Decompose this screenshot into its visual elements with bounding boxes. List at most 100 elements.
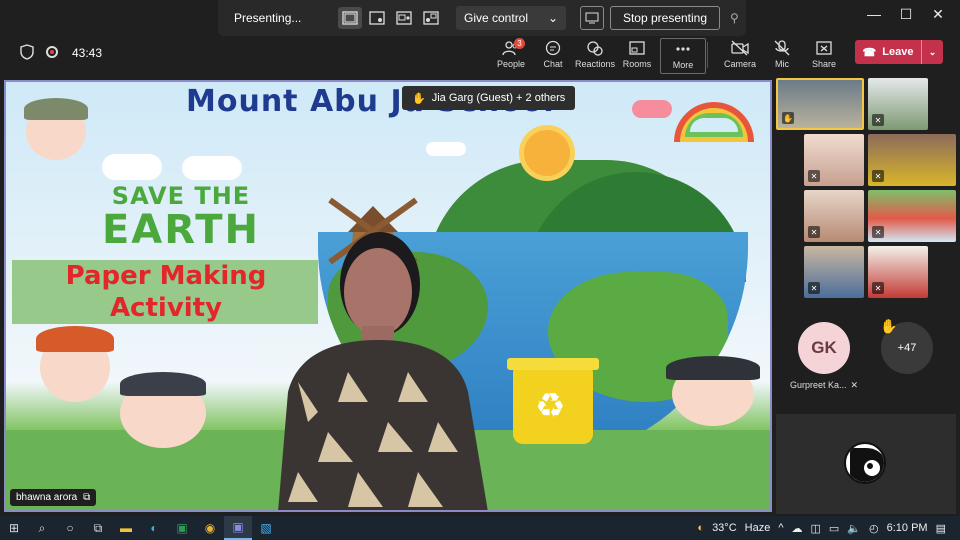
avatar <box>844 442 886 484</box>
slide-cloud <box>632 100 672 118</box>
rooms-label: Rooms <box>622 59 652 69</box>
save-earth-line2: EARTH <box>101 207 261 253</box>
mic-off-icon: ✕ <box>808 170 820 182</box>
slide-cloud <box>426 142 466 156</box>
cartoon-hair <box>24 98 88 120</box>
maximize-button[interactable]: ☐ <box>890 6 922 23</box>
rooms-button[interactable]: Rooms <box>614 38 660 74</box>
camera-label: Camera <box>723 59 756 69</box>
weather-description[interactable]: Haze <box>745 522 771 534</box>
participant-name-text: Gurpreet Ka... <box>790 380 847 390</box>
recycle-bin-illustration: ♻ <box>507 358 599 444</box>
participant-tile[interactable]: ✕ <box>868 246 928 298</box>
save-earth-heading: SAVE THE EARTH <box>76 182 286 250</box>
app-icon[interactable]: ▧ <box>252 516 280 540</box>
mic-button[interactable]: Mic <box>759 38 805 74</box>
reactions-button[interactable]: Reactions <box>572 38 618 74</box>
mic-off-icon: ✕ <box>808 282 820 294</box>
reactions-icon <box>587 41 603 56</box>
rooms-icon <box>629 41 645 55</box>
minimize-button[interactable]: — <box>858 6 890 23</box>
excel-icon[interactable]: ▣ <box>168 516 196 540</box>
share-label: Share <box>811 59 837 69</box>
search-icon[interactable]: ⌕ <box>28 516 56 540</box>
participant-tile[interactable]: ✕ <box>804 190 864 242</box>
leave-button[interactable]: ☎ Leave ⌄ <box>855 40 943 64</box>
battery-icon[interactable]: ▭ <box>829 522 839 535</box>
people-button[interactable]: 3 People <box>488 38 534 74</box>
raised-hand-names: Jia Garg (Guest) + 2 others <box>431 92 566 104</box>
layout-reporter-icon[interactable] <box>419 7 443 29</box>
participant-name: Gurpreet Ka... ✕ <box>790 380 858 391</box>
toolbar-divider <box>707 42 708 68</box>
chevron-up-icon[interactable]: ^ <box>778 522 783 534</box>
avatar[interactable]: GK <box>798 322 850 374</box>
participant-tile[interactable]: ✕ <box>868 134 956 186</box>
leave-label: Leave <box>882 46 914 58</box>
participant-tile[interactable] <box>776 414 956 514</box>
mic-off-icon: ✕ <box>872 170 884 182</box>
presenter-toolbar: Presenting... Give control ⌄ Stop presen… <box>218 0 746 36</box>
more-label: More <box>672 60 694 70</box>
clock[interactable]: 6:10 PM <box>887 522 928 534</box>
meeting-timer: 43:43 <box>72 46 103 60</box>
shared-content-stage: Mount Abu Ju School SAVE THE EARTH Paper… <box>4 80 772 512</box>
teams-icon[interactable]: ▣ <box>224 516 252 540</box>
activity-title: Paper Making Activity <box>36 260 296 324</box>
activity-line1: Paper Making <box>65 261 267 291</box>
shield-icon[interactable] <box>20 44 34 60</box>
layout-standout-icon[interactable] <box>365 7 389 29</box>
onedrive-icon[interactable]: ☁ <box>792 522 803 535</box>
presenter-name-tag: bhawna arora ⧉ <box>10 489 97 506</box>
people-count-badge: 3 <box>514 38 525 49</box>
window-controls: — ☐ ✕ <box>858 6 954 23</box>
share-icon <box>816 41 832 55</box>
camera-button[interactable]: Camera <box>717 38 763 74</box>
raise-hand-icon: ✋ <box>782 112 794 124</box>
layout-side-by-side-icon[interactable] <box>392 7 416 29</box>
participant-tile[interactable]: ✕ <box>804 134 864 186</box>
mic-off-icon: ✕ <box>872 282 884 294</box>
give-control-label: Give control <box>464 11 529 25</box>
layout-content-only-icon[interactable] <box>338 7 362 29</box>
weather-temperature[interactable]: 33°C <box>712 522 737 534</box>
more-button[interactable]: More <box>660 38 706 74</box>
file-explorer-icon[interactable]: ▬ <box>112 516 140 540</box>
share-system-audio-button[interactable] <box>580 6 604 30</box>
chat-icon <box>545 40 561 56</box>
cartoon-hair <box>36 326 114 352</box>
mic-off-icon <box>774 40 790 56</box>
slide-sun <box>524 130 570 176</box>
task-view-icon[interactable]: ⧉ <box>84 516 112 540</box>
chat-button[interactable]: Chat <box>530 38 576 74</box>
more-icon <box>676 47 690 51</box>
meet-now-icon[interactable]: ◫ <box>811 522 821 535</box>
notification-icon[interactable]: ▤ <box>936 522 946 535</box>
mic-off-icon: ✕ <box>872 226 884 238</box>
cartoon-hair <box>666 356 760 380</box>
edge-icon[interactable]: ◐ <box>140 516 168 540</box>
participant-tile[interactable]: ✋ <box>776 78 864 130</box>
participant-tile[interactable]: ✕ <box>868 78 928 130</box>
participant-tile[interactable]: ✕ <box>804 246 864 298</box>
chrome-icon[interactable]: ◉ <box>196 516 224 540</box>
weather-icon: ◐ <box>697 522 705 534</box>
pin-icon[interactable]: ⚲ <box>730 11 739 25</box>
windows-start-icon[interactable]: ⊞ <box>0 516 28 540</box>
reactions-label: Reactions <box>574 59 616 69</box>
network-icon[interactable]: ◴ <box>869 522 879 535</box>
leave-options-chevron-icon[interactable]: ⌄ <box>921 40 943 64</box>
presenter-name: bhawna arora <box>16 492 78 503</box>
raised-hand-toast[interactable]: ✋ Jia Garg (Guest) + 2 others <box>402 86 576 110</box>
cortana-icon[interactable]: ○ <box>56 516 84 540</box>
close-button[interactable]: ✕ <box>922 6 954 23</box>
camera-off-icon <box>731 40 749 56</box>
slide-cloud <box>102 154 162 180</box>
volume-icon[interactable]: 🔈 <box>847 522 861 535</box>
stop-presenting-button[interactable]: Stop presenting <box>610 6 720 30</box>
raise-hand-icon: ✋ <box>880 318 898 334</box>
give-control-dropdown[interactable]: Give control ⌄ <box>456 6 566 30</box>
slide-cloud <box>182 156 242 180</box>
share-button[interactable]: Share <box>801 38 847 74</box>
participant-tile[interactable]: ✕ <box>868 190 956 242</box>
